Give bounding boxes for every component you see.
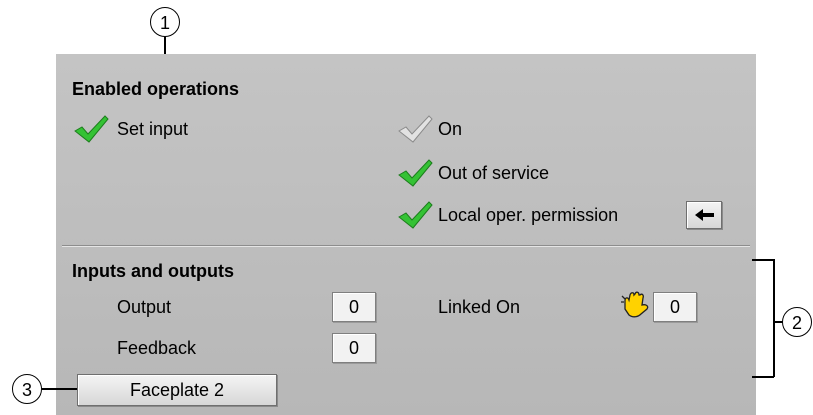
callout-3-leader (42, 388, 77, 390)
callout-3: 3 (12, 374, 42, 404)
check-green-icon (398, 159, 433, 187)
local-permission-label: Local oper. permission (438, 205, 619, 225)
callout-2-bracket-top (752, 259, 774, 261)
callout-2-bracket-right (773, 259, 775, 377)
inputs-outputs-title: Inputs and outputs (72, 261, 234, 281)
arrow-left-icon (695, 209, 714, 221)
section-divider (62, 245, 750, 247)
check-green-icon (74, 115, 109, 143)
output-label: Output (117, 297, 172, 317)
feedback-value: 0 (332, 333, 376, 363)
feedback-label: Feedback (117, 338, 197, 358)
enabled-operations-title: Enabled operations (72, 79, 240, 99)
callout-2: 2 (782, 307, 812, 337)
faceplate-2-button[interactable]: Faceplate 2 (77, 374, 277, 406)
local-permission-arrow-button[interactable] (686, 201, 722, 229)
callout-1: 1 (150, 7, 180, 37)
on-label: On (438, 119, 463, 139)
linked-on-value: 0 (653, 292, 697, 322)
check-gray-icon (398, 115, 433, 143)
output-value: 0 (332, 292, 376, 322)
callout-2-bracket-bottom (752, 376, 774, 378)
out-of-service-label: Out of service (438, 163, 550, 183)
check-green-icon (398, 201, 433, 229)
linked-on-label: Linked On (438, 297, 521, 317)
hand-icon (621, 291, 649, 318)
operation-view-panel (56, 54, 756, 415)
set-input-label: Set input (117, 119, 189, 139)
